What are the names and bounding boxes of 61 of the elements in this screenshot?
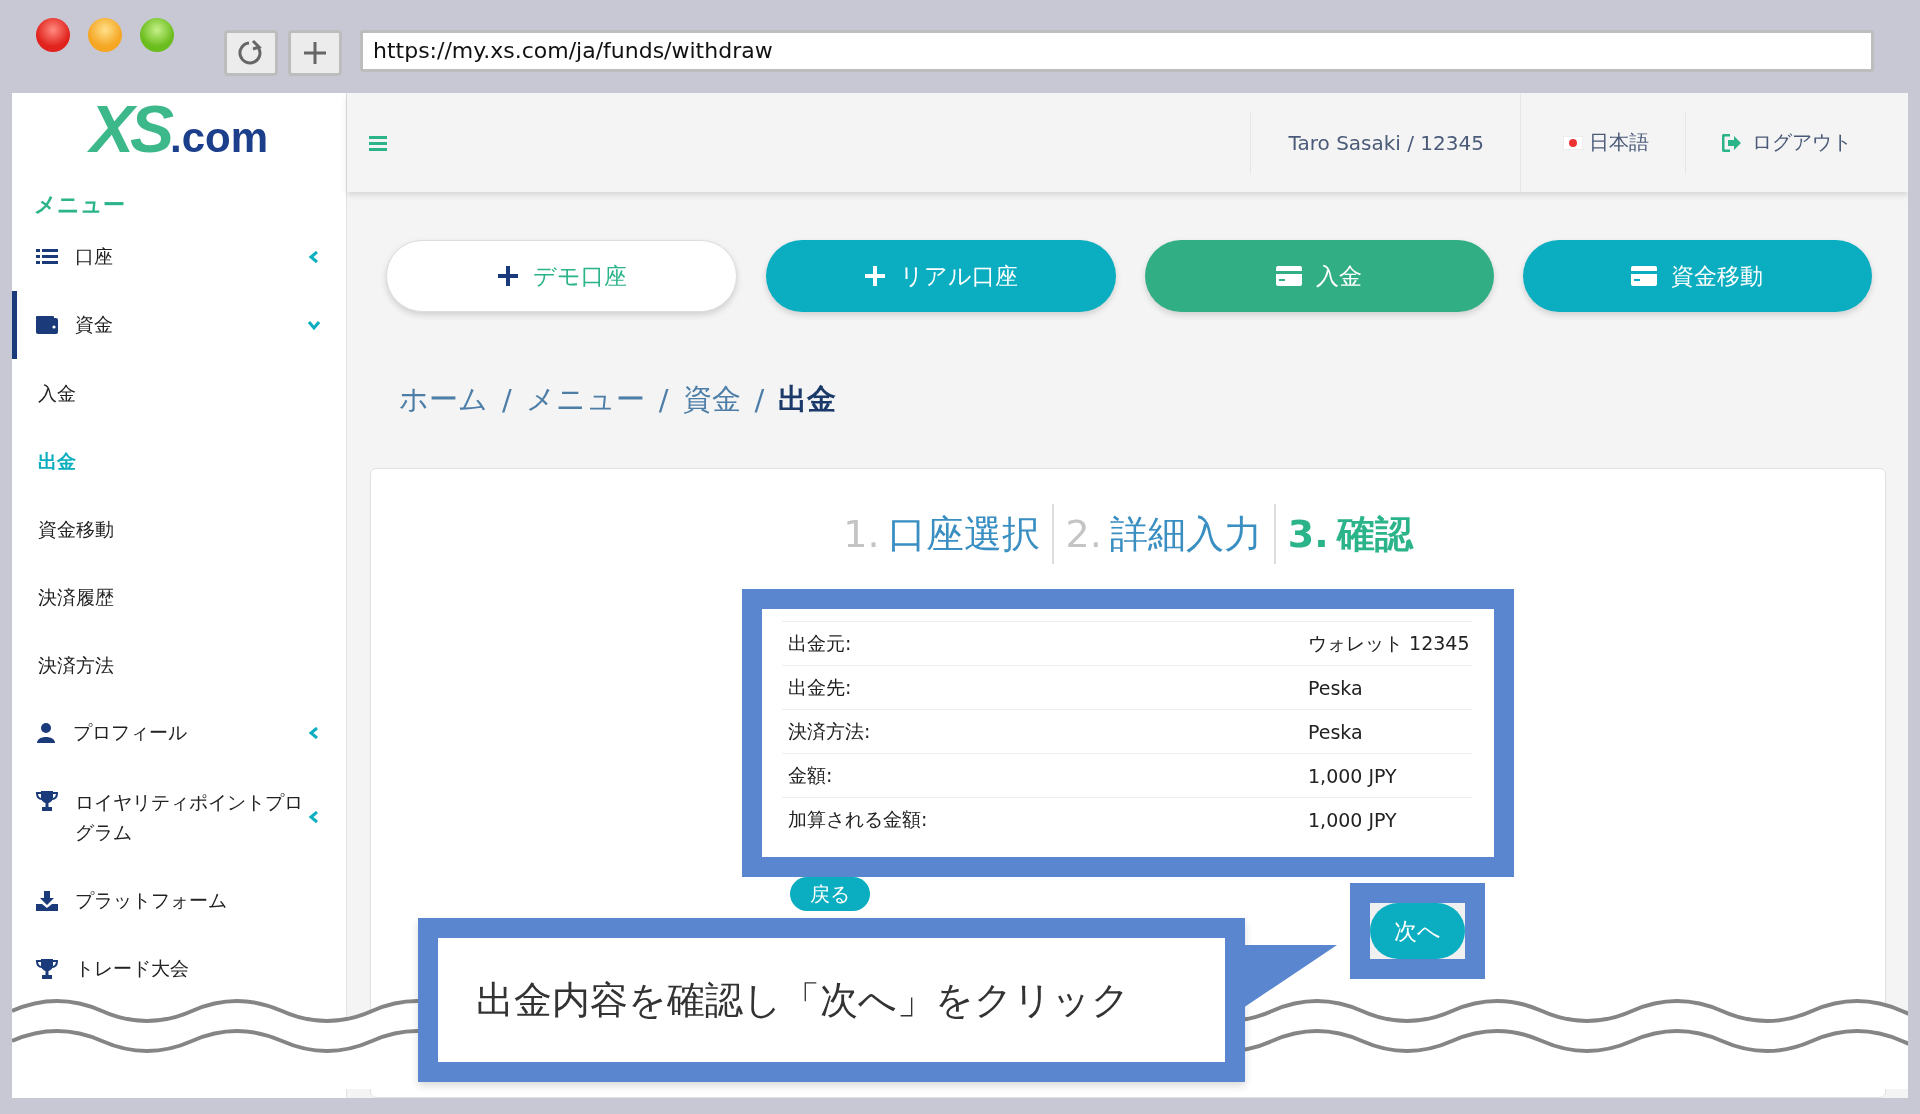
maximize-light-icon[interactable] <box>140 18 174 52</box>
reload-button[interactable] <box>224 30 278 76</box>
submenu-item[interactable]: 資金移動 <box>12 495 114 563</box>
plus-icon <box>863 265 886 287</box>
logo[interactable]: XS.com <box>89 97 269 161</box>
callout-text: 出金内容を確認し「次へ」をクリック <box>476 976 1130 1024</box>
breadcrumb-separator: / <box>754 383 765 417</box>
table-cell: Peska <box>1308 720 1363 743</box>
breadcrumb-separator: / <box>658 383 669 417</box>
wizard-step: 2. 詳細入力 <box>1051 504 1274 564</box>
submenu-item[interactable]: 入金 <box>12 359 76 427</box>
sidebar-label: 口座 <box>75 244 113 269</box>
breadcrumb-link[interactable]: メニュー <box>525 380 645 420</box>
sidebar-label: ロイヤリティポイントプログラム <box>75 790 304 845</box>
url-field[interactable]: https://my.xs.com/ja/funds/withdraw <box>360 30 1874 72</box>
sidebar-label: プラットフォーム <box>75 888 227 913</box>
breadcrumb-link[interactable]: 出金 <box>778 380 837 420</box>
logout-link[interactable]: ログアウト <box>1686 129 1908 156</box>
breadcrumb-link[interactable]: 資金 <box>682 380 741 420</box>
sidebar-label: プロフィール <box>73 720 187 745</box>
wallet-icon <box>36 316 58 334</box>
table-cell: 1,000 JPY <box>1308 808 1397 831</box>
download-icon <box>36 891 58 911</box>
sidebar-item[interactable]: トレード大会 <box>12 935 346 1003</box>
sidebar-item[interactable]: ロイヤリティポイントプログラム <box>12 767 346 867</box>
user-icon <box>36 723 56 743</box>
sidebar-label: 資金 <box>75 312 113 337</box>
card-icon <box>1631 266 1658 286</box>
sidebar-item[interactable]: 口座 <box>12 223 346 291</box>
breadcrumb-link[interactable]: ホーム <box>399 380 488 420</box>
wizard-step: 1. 口座選択 <box>831 504 1052 564</box>
table-cell: 1,000 JPY <box>1308 764 1397 787</box>
logout-icon <box>1722 133 1742 152</box>
trophy-icon <box>36 791 58 811</box>
close-light-icon[interactable] <box>36 18 70 52</box>
plus-icon <box>496 265 519 287</box>
trophy-icon <box>36 959 58 979</box>
sidebar-item[interactable]: プラットフォーム <box>12 867 346 935</box>
new-tab-button[interactable] <box>288 30 342 76</box>
sidebar-item[interactable]: プロフィール <box>12 699 346 767</box>
table-cell: Peska <box>1308 676 1363 699</box>
table-cell-text: 加算される金額: <box>787 806 929 832</box>
wizard-step: 3. 確認 <box>1273 504 1425 564</box>
menu-icon[interactable] <box>369 134 387 151</box>
menu-heading: メニュー <box>34 191 125 219</box>
sidebar-label: トレード大会 <box>75 956 189 981</box>
table-cell-text: ウォレット 12345 <box>1308 630 1470 656</box>
breadcrumb-separator: / <box>502 383 512 417</box>
submenu-item[interactable]: 決済履歴 <box>12 563 114 631</box>
plus-icon <box>301 39 329 67</box>
language-selector[interactable]: 日本語 <box>1521 129 1685 156</box>
table-cell-text: 決済方法: <box>787 718 872 744</box>
table-cell-text: 金額: <box>787 762 834 788</box>
table-cell-text: 出金元: <box>787 630 853 656</box>
list-icon <box>36 248 58 266</box>
sidebar-item[interactable]: 資金 <box>12 291 346 359</box>
flag-icon <box>1563 135 1583 150</box>
table-cell-text: 出金先: <box>787 674 853 700</box>
user-name[interactable]: Taro Sasaki / 12345 <box>1250 130 1520 155</box>
card-icon <box>1276 266 1303 286</box>
submenu-item[interactable]: 決済方法 <box>12 631 114 699</box>
